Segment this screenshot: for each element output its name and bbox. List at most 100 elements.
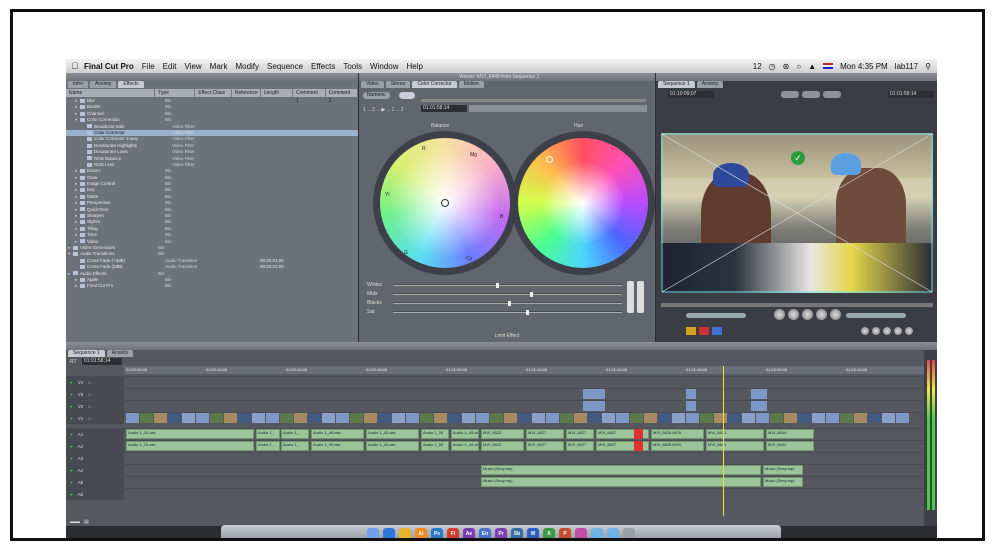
video-track[interactable]: ● V2 ⌂: [66, 400, 924, 412]
audio-clip[interactable]: MVI_6827: [566, 441, 594, 451]
audio-clip[interactable]: MVI_6822: [481, 429, 524, 439]
add-keyframe-icon[interactable]: [894, 327, 902, 335]
audio-clip[interactable]: MVI_6844: [766, 441, 814, 451]
track-header[interactable]: ● V1 ⌂: [66, 413, 124, 424]
visual-toggle[interactable]: [399, 92, 415, 99]
playhead[interactable]: [723, 366, 724, 516]
tab-motion[interactable]: Motion: [458, 81, 484, 88]
audio-track[interactable]: ● A5 Music (Sexy.mp) Music (Sexy.mp): [66, 476, 924, 488]
dock-app-pr-icon[interactable]: Pr: [495, 527, 507, 538]
column-effect-class[interactable]: Effect Class: [195, 89, 232, 97]
video-clip[interactable]: [616, 413, 629, 423]
slider-track[interactable]: [393, 282, 622, 288]
video-clip[interactable]: [532, 413, 545, 423]
track-lock-icon[interactable]: ⌂: [88, 392, 91, 397]
slider-track[interactable]: [393, 300, 622, 306]
video-clip[interactable]: [742, 413, 755, 423]
video-clip[interactable]: [672, 413, 685, 423]
column-reference[interactable]: Reference: [232, 89, 261, 97]
volume-icon[interactable]: ▲: [808, 62, 816, 71]
menu-file[interactable]: File: [142, 62, 155, 71]
view-popup[interactable]: [802, 91, 820, 98]
track-visibility-icon[interactable]: ●: [70, 380, 73, 385]
play-around-icon[interactable]: [816, 309, 827, 320]
video-clip[interactable]: [518, 413, 531, 423]
jog-control[interactable]: [846, 313, 906, 318]
audio-clip[interactable]: Audio 1_: [281, 441, 309, 451]
video-clip[interactable]: [378, 413, 391, 423]
audio-clip[interactable]: Audio 1_24.aiw: [126, 441, 254, 451]
balance-puck[interactable]: [441, 199, 449, 207]
viewer-jog-bar[interactable]: [469, 105, 647, 112]
magnifier-icon[interactable]: ⚲: [925, 62, 931, 71]
video-clip[interactable]: [728, 413, 741, 423]
viewer-scrubber[interactable]: [421, 99, 646, 102]
video-clip[interactable]: [238, 413, 251, 423]
zoom-popup[interactable]: [781, 91, 799, 98]
battery-indicator[interactable]: 12: [753, 62, 762, 71]
video-clip[interactable]: [882, 413, 895, 423]
track-visibility-icon[interactable]: ●: [70, 416, 73, 421]
video-clip[interactable]: [756, 413, 769, 423]
video-clip[interactable]: [602, 413, 615, 423]
audio-clip[interactable]: Audio 1_43.aiw: [366, 429, 419, 439]
audio-clip[interactable]: MVI_6826.MOV: [651, 429, 704, 439]
track-header[interactable]: ● A6: [66, 489, 124, 500]
column-name[interactable]: Name: [66, 89, 156, 97]
video-clip[interactable]: [868, 413, 881, 423]
video-clip[interactable]: [224, 413, 237, 423]
video-clip[interactable]: [798, 413, 811, 423]
dock-app-en-icon[interactable]: En: [479, 527, 491, 538]
menu-help[interactable]: Help: [407, 62, 423, 71]
video-clip[interactable]: [770, 413, 783, 423]
audio-clip[interactable]: Audio 1_49.aiw: [311, 441, 364, 451]
video-clip[interactable]: [504, 413, 517, 423]
video-clip[interactable]: [714, 413, 727, 423]
slider-thumb[interactable]: [496, 282, 500, 288]
insert-edit-icon[interactable]: [686, 327, 696, 335]
video-clip[interactable]: [140, 413, 153, 423]
video-clip[interactable]: [812, 413, 825, 423]
canvas-titlebar[interactable]: [656, 73, 937, 81]
level-slider[interactable]: Sat: [367, 308, 622, 315]
replace-edit-icon[interactable]: [712, 327, 722, 335]
dock-app-p-icon[interactable]: P: [559, 527, 571, 538]
finder-icon[interactable]: [367, 527, 379, 538]
audio-clip[interactable]: Audio 1_43.aiw: [366, 441, 419, 451]
video-clip[interactable]: [686, 413, 699, 423]
track-header[interactable]: ● A2: [66, 441, 124, 452]
track-header[interactable]: ● A3: [66, 453, 124, 464]
audio-clip[interactable]: Audio 1_49.aiw: [451, 429, 479, 439]
video-clip[interactable]: [294, 413, 307, 423]
track-audible-icon[interactable]: ●: [70, 432, 73, 437]
match-frame-icon[interactable]: [905, 327, 913, 335]
add-marker-icon[interactable]: [883, 327, 891, 335]
dock-app-fl-icon[interactable]: Fl: [447, 527, 459, 538]
track-lock-icon[interactable]: ⌂: [88, 380, 91, 385]
video-clip[interactable]: [364, 413, 377, 423]
audio-clip[interactable]: Audio 1_24.aiw: [126, 429, 254, 439]
video-clip[interactable]: [583, 389, 605, 399]
menu-tools[interactable]: Tools: [343, 62, 362, 71]
tab-anxiety-canvas[interactable]: Anxiety: [696, 81, 724, 88]
video-clip[interactable]: [686, 389, 696, 399]
menu-view[interactable]: View: [184, 62, 201, 71]
rt-popup[interactable]: RT: [70, 359, 77, 365]
video-clip[interactable]: [154, 413, 167, 423]
slider-track[interactable]: [393, 291, 622, 297]
play-icon[interactable]: [802, 309, 813, 320]
folder-icon[interactable]: [607, 527, 619, 538]
video-clip[interactable]: [252, 413, 265, 423]
overwrite-edit-icon[interactable]: [699, 327, 709, 335]
audio-clip[interactable]: MVI_6822: [481, 441, 524, 451]
slider-thumb[interactable]: [507, 300, 511, 306]
audio-clip[interactable]: MVI_6844: [766, 429, 814, 439]
next-edit-icon[interactable]: [830, 309, 841, 320]
track-header[interactable]: ● V4 ⌂: [66, 377, 124, 388]
video-clip[interactable]: [126, 413, 139, 423]
canvas-duration[interactable]: 01:10:09;07: [668, 91, 714, 98]
audio-clip[interactable]: MVI_6827: [566, 429, 594, 439]
audio-clip[interactable]: Audio 1_55: [421, 441, 449, 451]
audio-track[interactable]: ● A6: [66, 488, 924, 500]
video-track[interactable]: ● V4 ⌂: [66, 376, 924, 388]
